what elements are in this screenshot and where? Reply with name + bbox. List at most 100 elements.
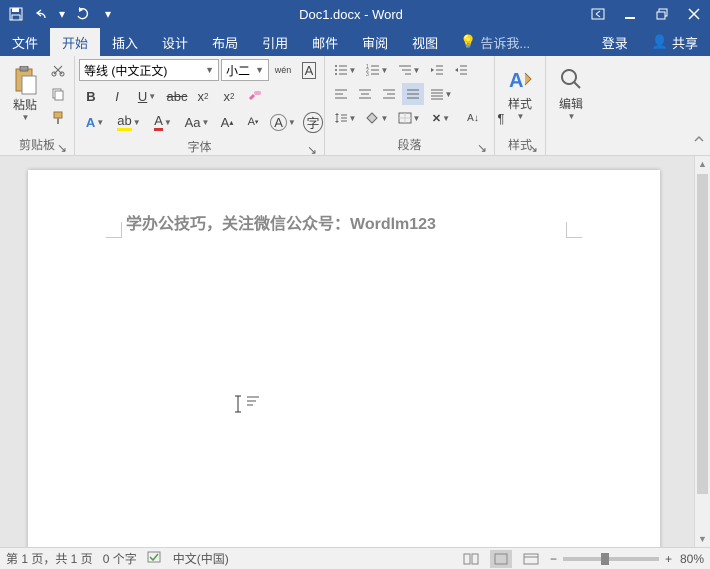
- strikethrough-button[interactable]: abc: [166, 85, 188, 107]
- svg-text:2: 2: [366, 68, 369, 74]
- format-painter-button[interactable]: [47, 107, 69, 129]
- shading-button[interactable]: ▼: [362, 107, 392, 129]
- copy-button[interactable]: [47, 83, 69, 105]
- align-center-button[interactable]: [354, 83, 376, 105]
- numbering-button[interactable]: 123▼: [362, 59, 392, 81]
- word-count[interactable]: 0 个字: [103, 550, 137, 567]
- zoom-level[interactable]: 80%: [680, 552, 704, 566]
- phonetic-guide-button[interactable]: wén: [272, 59, 294, 81]
- print-layout-icon[interactable]: [490, 550, 512, 568]
- italic-button[interactable]: I: [106, 85, 128, 107]
- zoom-out-button[interactable]: −: [550, 552, 557, 566]
- tab-references[interactable]: 引用: [250, 28, 300, 56]
- tell-me-search[interactable]: 💡 告诉我...: [450, 28, 540, 56]
- tab-file[interactable]: 文件: [0, 28, 50, 56]
- paste-button[interactable]: 粘贴 ▼: [4, 58, 46, 130]
- align-left-button[interactable]: [330, 83, 352, 105]
- clear-formatting-button[interactable]: [244, 85, 266, 107]
- window-title: Doc1.docx - Word: [120, 7, 582, 22]
- scroll-down-icon[interactable]: ▼: [695, 531, 710, 547]
- paragraph-launcher-icon[interactable]: ↘: [476, 141, 488, 153]
- tab-layout[interactable]: 布局: [200, 28, 250, 56]
- chevron-down-icon: ▼: [22, 113, 30, 122]
- scroll-up-icon[interactable]: ▲: [695, 156, 710, 172]
- chevron-down-icon: ▼: [255, 65, 264, 75]
- superscript-button[interactable]: x2: [218, 85, 240, 107]
- language-indicator[interactable]: 中文(中国): [173, 550, 229, 567]
- zoom-in-button[interactable]: +: [665, 552, 672, 566]
- bold-button[interactable]: B: [80, 85, 102, 107]
- character-border-button[interactable]: A: [298, 59, 320, 81]
- zoom-slider-track[interactable]: [563, 557, 659, 561]
- change-case-button[interactable]: Aa▼: [182, 111, 212, 133]
- share-button[interactable]: 👤 共享: [640, 28, 710, 56]
- sort-button[interactable]: A↓: [458, 107, 488, 129]
- group-paragraph: ▼ 123▼ ▼ ▼ ▼ ▼ ▼ ✕▼: [325, 56, 495, 155]
- distribute-button[interactable]: ▼: [426, 83, 456, 105]
- header-text[interactable]: 学办公技巧，关注微信公众号：Wordlm123: [126, 210, 436, 234]
- tab-home[interactable]: 开始: [50, 28, 100, 56]
- font-size-combo[interactable]: 小二 ▼: [221, 59, 269, 81]
- increase-indent-button[interactable]: [450, 59, 472, 81]
- borders-button[interactable]: ▼: [394, 107, 424, 129]
- char-shading-button[interactable]: A▼: [268, 111, 298, 133]
- ribbon-tabs: 文件 开始 插入 设计 布局 引用 邮件 审阅 视图 💡 告诉我... 登录 👤…: [0, 28, 710, 56]
- ribbon-display-icon[interactable]: [582, 0, 614, 28]
- font-color-button[interactable]: A▼: [148, 111, 178, 133]
- group-editing: 编辑 ▼: [546, 56, 596, 155]
- tab-view[interactable]: 视图: [400, 28, 450, 56]
- zoom-slider: − +: [550, 552, 672, 566]
- styles-button[interactable]: A 样式 ▼: [499, 58, 541, 130]
- subscript-button[interactable]: x2: [192, 85, 214, 107]
- highlight-button[interactable]: ab▼: [114, 111, 144, 133]
- line-spacing-button[interactable]: ▼: [330, 107, 360, 129]
- tab-mailings[interactable]: 邮件: [300, 28, 350, 56]
- grow-font-button[interactable]: A▴: [216, 111, 238, 133]
- decrease-indent-button[interactable]: [426, 59, 448, 81]
- font-launcher-icon[interactable]: ↘: [306, 143, 318, 155]
- asian-layout-button[interactable]: ✕▼: [426, 107, 456, 129]
- font-size-value: 小二: [226, 62, 250, 79]
- undo-dropdown-icon[interactable]: ▾: [56, 2, 68, 26]
- clipboard-launcher-icon[interactable]: ↘: [56, 141, 68, 153]
- page[interactable]: 学办公技巧，关注微信公众号：Wordlm123: [28, 170, 660, 547]
- ribbon: 粘贴 ▼ 剪贴板 ↘ 等线 (中文正文) ▼: [0, 56, 710, 156]
- tab-design[interactable]: 设计: [150, 28, 200, 56]
- styles-launcher-icon[interactable]: ↘: [527, 141, 539, 153]
- tab-insert[interactable]: 插入: [100, 28, 150, 56]
- scrollbar-thumb[interactable]: [697, 174, 708, 494]
- editing-button[interactable]: 编辑 ▼: [550, 58, 592, 130]
- chevron-down-icon: ▼: [205, 65, 214, 75]
- read-mode-icon[interactable]: [460, 550, 482, 568]
- qat-customize-icon[interactable]: ▾: [96, 2, 120, 26]
- web-layout-icon[interactable]: [520, 550, 542, 568]
- underline-button[interactable]: U▼: [132, 85, 162, 107]
- align-right-button[interactable]: [378, 83, 400, 105]
- zoom-slider-thumb[interactable]: [601, 553, 609, 565]
- redo-icon[interactable]: [70, 2, 94, 26]
- shrink-font-button[interactable]: A▾: [242, 111, 264, 133]
- quick-access-toolbar: ▾ ▾: [0, 2, 120, 26]
- justify-button[interactable]: [402, 83, 424, 105]
- restore-icon[interactable]: [646, 0, 678, 28]
- tab-review[interactable]: 审阅: [350, 28, 400, 56]
- page-indicator[interactable]: 第 1 页，共 1 页: [6, 550, 93, 567]
- text-effects-button[interactable]: A▼: [80, 111, 110, 133]
- multilevel-list-button[interactable]: ▼: [394, 59, 424, 81]
- bullets-button[interactable]: ▼: [330, 59, 360, 81]
- font-name-value: 等线 (中文正文): [84, 62, 167, 79]
- editing-group-label: [550, 151, 592, 155]
- minimize-icon[interactable]: [614, 0, 646, 28]
- collapse-ribbon-icon[interactable]: [692, 132, 706, 151]
- tell-me-label: 告诉我...: [480, 33, 530, 52]
- save-icon[interactable]: [4, 2, 28, 26]
- styles-group-label: 样式 ↘: [499, 134, 541, 155]
- vertical-scrollbar[interactable]: ▲ ▼: [694, 156, 710, 547]
- cut-button[interactable]: [47, 59, 69, 81]
- undo-icon[interactable]: [30, 2, 54, 26]
- login-button[interactable]: 登录: [590, 28, 640, 56]
- close-icon[interactable]: [678, 0, 710, 28]
- font-name-combo[interactable]: 等线 (中文正文) ▼: [79, 59, 219, 81]
- spellcheck-icon[interactable]: [147, 550, 163, 567]
- enclose-characters-button[interactable]: 字: [302, 111, 324, 133]
